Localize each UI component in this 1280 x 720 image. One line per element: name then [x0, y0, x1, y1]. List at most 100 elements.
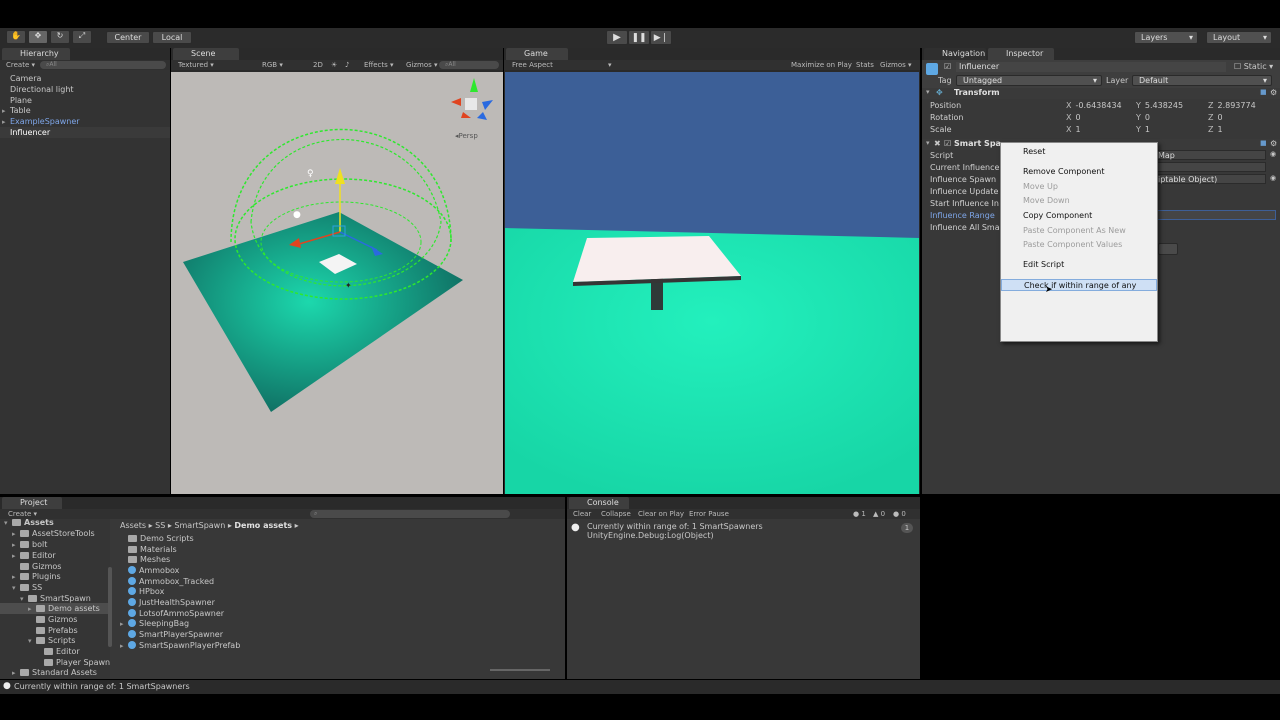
tab-scene[interactable]: Scene	[173, 48, 239, 60]
transform-help-icon[interactable]: ■	[1260, 88, 1267, 96]
hierarchy-item-directional-light[interactable]: Directional light	[0, 84, 170, 95]
stats-toggle[interactable]: Stats	[856, 60, 874, 70]
hierarchy-create-button[interactable]: Create ▾	[6, 60, 35, 70]
project-search-input[interactable]: ⌕	[310, 510, 510, 518]
menu-item-paste-as-new[interactable]: Paste Component As New	[1001, 225, 1157, 237]
current-influence-field[interactable]	[1154, 162, 1266, 172]
maximize-on-play-toggle[interactable]: Maximize on Play	[791, 60, 852, 70]
aspect-dropdown[interactable]: Free Aspect	[512, 60, 553, 70]
file-item[interactable]: Ammobox	[118, 565, 558, 576]
menu-item-reset[interactable]: Reset	[1001, 146, 1157, 158]
tab-game[interactable]: Game	[506, 48, 568, 60]
icon-size-slider[interactable]	[490, 669, 550, 671]
scene-gizmos-dropdown[interactable]: Gizmos ▾	[406, 60, 438, 70]
rotation-x-field[interactable]: X0	[1066, 113, 1081, 122]
breadcrumb-ss[interactable]: SS	[155, 521, 165, 530]
menu-item-check-in-range[interactable]: Check if within range of any	[1001, 279, 1157, 291]
lighting-icon[interactable]: ☀	[331, 60, 337, 70]
hand-tool-button[interactable]: ✋	[6, 30, 26, 44]
static-toggle[interactable]: ☐ Static ▾	[1234, 62, 1273, 71]
menu-item-copy-component[interactable]: Copy Component	[1001, 210, 1157, 222]
breadcrumb-assets[interactable]: Assets	[120, 521, 146, 530]
foldout-arrow-icon[interactable]: ▾	[926, 88, 930, 96]
component-help-icon[interactable]: ■	[1260, 139, 1267, 147]
tree-item-ss[interactable]: ▾ SS	[0, 582, 110, 593]
hierarchy-item-table[interactable]: ▸ Table	[0, 105, 170, 116]
scale-tool-button[interactable]: ⤢	[72, 30, 92, 44]
move-tool-button[interactable]: ✥	[28, 30, 48, 44]
shading-dropdown[interactable]: Textured ▾	[178, 60, 214, 70]
script-object-field[interactable]: Map	[1154, 150, 1266, 160]
transform-header[interactable]: ▾ ✥ Transform ■ ⚙	[922, 88, 1280, 99]
game-gizmos-dropdown[interactable]: Gizmos ▾	[880, 60, 912, 70]
menu-item-move-down[interactable]: Move Down	[1001, 195, 1157, 207]
breadcrumb-demo-assets[interactable]: Demo assets	[234, 521, 292, 530]
influence-range-field[interactable]	[1154, 210, 1276, 220]
script-picker-icon[interactable]: ◉	[1270, 150, 1276, 158]
console-log-entry[interactable]: ● Currently within range of: 1 SmartSpaw…	[567, 521, 920, 541]
position-x-field[interactable]: X -0.6438434	[1066, 101, 1122, 110]
influence-spawn-field[interactable]: iptable Object)	[1154, 174, 1266, 184]
hierarchy-item-camera[interactable]: Camera	[0, 73, 170, 84]
menu-item-paste-values[interactable]: Paste Component Values	[1001, 239, 1157, 251]
position-y-field[interactable]: Y 5.438245	[1136, 101, 1183, 110]
tab-navigation[interactable]: Navigation	[924, 48, 986, 60]
tree-item-assetstoretools[interactable]: ▸ AssetStoreTools	[0, 528, 110, 539]
rotate-tool-button[interactable]: ↻	[50, 30, 70, 44]
active-checkbox[interactable]: ☑	[944, 62, 951, 71]
file-item[interactable]: HPbox	[118, 586, 558, 597]
tab-project[interactable]: Project	[2, 497, 62, 509]
layer-dropdown[interactable]: Default	[1132, 75, 1272, 86]
file-item[interactable]: Demo Scripts	[118, 533, 558, 544]
object-name-field[interactable]: Influencer	[956, 62, 1226, 72]
tree-item-standard-assets[interactable]: ▸ Standard Assets	[0, 667, 110, 678]
scale-x-field[interactable]: X1	[1066, 125, 1081, 134]
scale-y-field[interactable]: Y1	[1136, 125, 1150, 134]
hierarchy-item-examplespawner[interactable]: ▸ ExampleSpawner	[0, 116, 170, 127]
transform-gear-icon[interactable]: ⚙	[1270, 88, 1277, 97]
tab-hierarchy[interactable]: Hierarchy	[2, 48, 70, 60]
file-item[interactable]: ▸ SmartSpawnPlayerPrefab	[118, 640, 558, 651]
aspect-dropdown-arrow[interactable]: ▾	[608, 60, 612, 70]
warning-filter-toggle[interactable]: ▲ 0	[873, 509, 885, 519]
file-item[interactable]: JustHealthSpawner	[118, 597, 558, 608]
component-foldout-icon[interactable]: ▾	[926, 139, 930, 147]
position-z-field[interactable]: Z 2.893774	[1208, 101, 1256, 110]
layers-dropdown[interactable]: Layers	[1134, 31, 1198, 44]
component-action-button[interactable]	[1158, 243, 1178, 255]
tree-item-editor[interactable]: ▸ Editor	[0, 550, 110, 561]
rotation-y-field[interactable]: Y0	[1136, 113, 1150, 122]
tab-console[interactable]: Console	[569, 497, 629, 509]
render-mode-dropdown[interactable]: RGB ▾	[262, 60, 283, 70]
file-item[interactable]: Meshes	[118, 554, 558, 565]
step-button[interactable]: ▶❘	[650, 30, 672, 45]
effects-dropdown[interactable]: Effects ▾	[364, 60, 394, 70]
tag-dropdown[interactable]: Untagged	[956, 75, 1102, 86]
tree-item-bolt[interactable]: ▸ bolt	[0, 539, 110, 550]
space-local-button[interactable]: Local	[152, 31, 192, 44]
persp-label[interactable]: ◂Persp	[455, 132, 478, 140]
tree-item-gizmos-sub[interactable]: Gizmos	[0, 614, 110, 625]
hierarchy-search-input[interactable]: ⌕All	[40, 61, 166, 69]
status-text[interactable]: Currently within range of: 1 SmartSpawne…	[14, 682, 190, 691]
tree-item-demo-assets[interactable]: ▸ Demo assets	[0, 603, 110, 614]
pivot-center-button[interactable]: Center	[106, 31, 150, 44]
tree-item-editor-sub[interactable]: Editor	[0, 646, 110, 657]
component-enabled-checkbox[interactable]: ☑	[944, 139, 951, 148]
console-clear-button[interactable]: Clear	[573, 509, 591, 519]
component-gear-icon[interactable]: ⚙	[1270, 139, 1277, 148]
tree-item-plugins[interactable]: ▸ Plugins	[0, 571, 110, 582]
breadcrumb-smartspawn[interactable]: SmartSpawn	[174, 521, 225, 530]
tree-item-scripts[interactable]: ▾ Scripts	[0, 635, 110, 646]
pause-button[interactable]: ❚❚	[628, 30, 650, 45]
console-clear-on-play-toggle[interactable]: Clear on Play	[638, 509, 684, 519]
tree-scrollbar[interactable]	[108, 567, 112, 647]
console-error-pause-toggle[interactable]: Error Pause	[689, 509, 729, 519]
mode-2d-button[interactable]: 2D	[313, 60, 323, 70]
audio-icon[interactable]: ♪	[345, 60, 349, 70]
play-button[interactable]: ▶	[606, 30, 628, 45]
console-collapse-toggle[interactable]: Collapse	[601, 509, 631, 519]
file-item[interactable]: SmartPlayerSpawner	[118, 629, 558, 640]
menu-item-edit-script[interactable]: Edit Script	[1001, 259, 1157, 271]
info-filter-toggle[interactable]: ● 1	[853, 509, 866, 519]
